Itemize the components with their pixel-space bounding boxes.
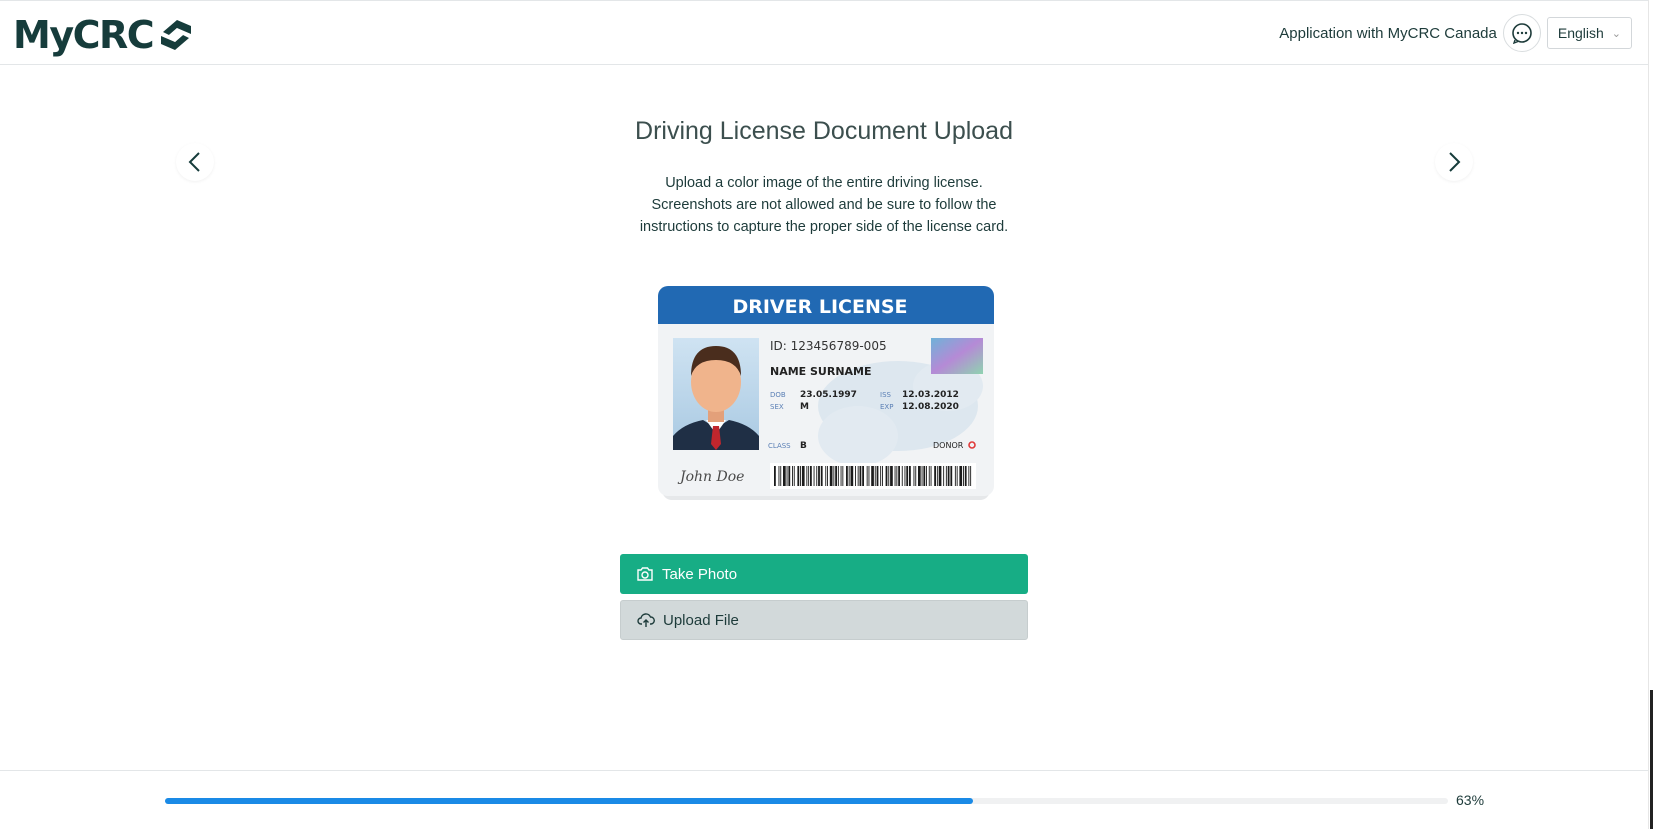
previous-button[interactable] [176, 143, 214, 181]
card-donor-label: DONOR [933, 441, 964, 450]
logo-text: MyCRC [13, 13, 155, 57]
driver-license-illustration: DRIVER LICENSE John Doe ID: 123456789-00… [658, 286, 994, 500]
card-sex-label: SEX [770, 403, 784, 411]
instructions-line: instructions to capture the proper side … [639, 219, 1009, 235]
upload-file-label: Upload File [663, 611, 739, 629]
app-frame: MyCRC Application with MyCRC Canada Engl [0, 0, 1648, 829]
progress-percent: 63% [1456, 792, 1485, 808]
upload-file-button[interactable]: Upload File [620, 600, 1028, 640]
header-right: Application with MyCRC Canada English ⌄ [1279, 14, 1632, 52]
top-header: MyCRC Application with MyCRC Canada Engl [0, 1, 1648, 65]
card-dob-label: DOB [770, 391, 786, 399]
progress-bar-fill [165, 798, 974, 804]
card-signature: John Doe [677, 469, 744, 485]
chevron-down-icon: ⌄ [1611, 27, 1621, 40]
card-header-text: DRIVER LICENSE [732, 296, 907, 318]
card-name: NAME SURNAME [770, 365, 872, 378]
chevron-left-icon [188, 152, 200, 172]
card-class: B [800, 441, 807, 451]
card-id: ID: 123456789-005 [770, 339, 887, 353]
camera-icon [636, 565, 654, 583]
card-iss-label: ISS [880, 391, 892, 399]
mycrc-logo[interactable]: MyCRC [13, 13, 197, 57]
card-dob: 23.05.1997 [800, 390, 857, 400]
instructions-text: Upload a color image of the entire drivi… [574, 172, 1074, 238]
application-link[interactable]: Application with MyCRC Canada [1279, 25, 1497, 42]
card-exp: 12.08.2020 [902, 402, 959, 412]
progress-footer: 63% [0, 770, 1648, 829]
logo-mark-icon [161, 20, 192, 50]
instructions-line: Upload a color image of the entire drivi… [665, 175, 983, 191]
language-value: English [1557, 25, 1604, 41]
language-select[interactable]: English ⌄ [1546, 17, 1632, 49]
cloud-upload-icon [637, 611, 655, 629]
chat-bubble-icon [1512, 23, 1532, 44]
card-iss: 12.03.2012 [902, 390, 959, 400]
card-exp-label: EXP [880, 403, 893, 411]
chat-button[interactable] [1502, 14, 1541, 52]
page-title: Driving License Document Upload [635, 117, 1013, 145]
next-button[interactable] [1435, 143, 1473, 181]
card-class-label: CLASS [768, 442, 791, 450]
card-sex: M [800, 402, 809, 412]
window-edge [1648, 0, 1653, 829]
chevron-right-icon [1449, 152, 1461, 172]
take-photo-label: Take Photo [662, 565, 738, 583]
progress-bar [165, 798, 1448, 804]
take-photo-button[interactable]: Take Photo [620, 554, 1028, 594]
instructions-line: Screenshots are not allowed and be sure … [651, 197, 997, 213]
